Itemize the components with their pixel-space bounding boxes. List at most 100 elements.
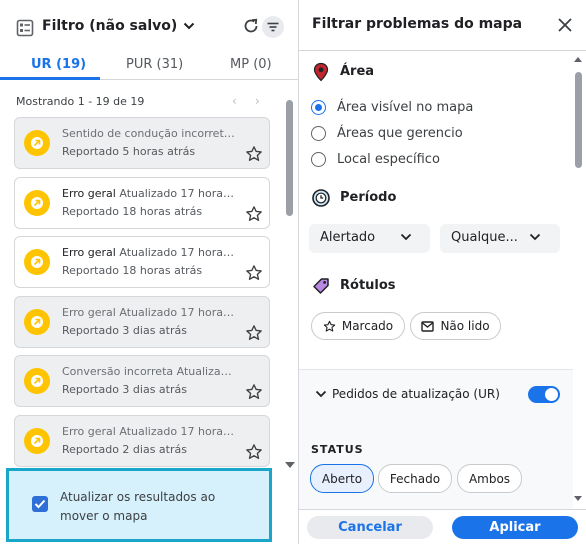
refresh-icon[interactable]: [241, 16, 261, 36]
scroll-down-arrow-icon[interactable]: [574, 496, 582, 501]
issue-updated: Atualizado 17 horas a...: [119, 246, 238, 259]
update-request-icon: [31, 196, 43, 209]
status-label: STATUS: [311, 443, 364, 456]
update-request-icon: [31, 434, 43, 447]
update-request-icon: [31, 256, 43, 268]
star-icon[interactable]: [245, 145, 263, 163]
checkmark-icon: [34, 499, 46, 509]
issue-title: Erro geral Atualizado 17 horas a...: [62, 246, 238, 259]
issue-card[interactable]: Erro geral Atualizado 17 horas a... Repor…: [14, 176, 270, 229]
issue-title: Erro geral Atualizado 17 horas a...: [62, 187, 238, 200]
update-request-icon: [31, 375, 43, 387]
radio-specific-location-label: Local específico: [337, 152, 440, 167]
scroll-down-arrow-icon[interactable]: [285, 462, 295, 468]
filter-dropdown[interactable]: Filtro (não salvo): [42, 18, 195, 34]
star-icon[interactable]: [245, 443, 263, 461]
issues-panel: Filtro (não salvo) UR (19) PUR (31) MP (…: [0, 0, 299, 544]
issue-card[interactable]: Conversão incorreta Atualizado... Reporta…: [14, 355, 270, 407]
issue-type: Erro geral: [62, 186, 116, 200]
apply-button[interactable]: Aplicar: [452, 516, 578, 539]
chip-marked-label: Marcado: [341, 319, 394, 333]
active-tab-indicator: [0, 77, 100, 80]
update-requests-label: Pedidos de atualização (UR): [332, 387, 500, 401]
issue-card[interactable]: Sentido de condução incorreto ... Report…: [14, 117, 270, 169]
prev-page-icon[interactable]: ‹: [232, 94, 237, 108]
issue-badge: [24, 308, 50, 335]
star-icon[interactable]: [245, 264, 263, 282]
update-results-checkbox[interactable]: [32, 496, 48, 512]
list-scrollbar-thumb[interactable]: [286, 100, 293, 216]
chip-unread-label: Não lido: [440, 319, 490, 333]
area-section-label: Área: [340, 64, 375, 79]
chip-marked[interactable]: Marcado: [311, 312, 405, 340]
chevron-down-icon: [184, 22, 195, 30]
radio-visible-area[interactable]: [311, 100, 326, 115]
issue-title: Erro geral Atualizado 17 horas a...: [62, 306, 238, 319]
tab-pur[interactable]: PUR (31): [126, 57, 183, 72]
radio-visible-area-label: Área visível no mapa: [337, 100, 474, 115]
update-request-icon: [31, 315, 43, 328]
issue-card[interactable]: Erro geral Atualizado 17 horas a... Repor…: [14, 236, 270, 288]
status-open-chip[interactable]: Aberto: [310, 464, 374, 493]
tab-ur[interactable]: UR (19): [31, 57, 86, 72]
issue-reported: Reportado 3 dias atrás: [62, 323, 187, 337]
star-icon[interactable]: [245, 205, 263, 223]
status-both-chip[interactable]: Ambos: [457, 464, 522, 493]
issue-type: Erro geral: [62, 305, 116, 319]
status-closed-chip[interactable]: Fechado: [378, 464, 452, 493]
close-icon[interactable]: [557, 17, 573, 33]
update-request-icon: [31, 137, 43, 149]
tab-mp[interactable]: MP (0): [230, 57, 272, 72]
update-requests-toggle[interactable]: [528, 386, 560, 403]
tag-icon: [313, 278, 329, 294]
list-filter-icon: [16, 19, 34, 37]
app-root: Filtro (não salvo) UR (19) PUR (31) MP (…: [0, 0, 586, 544]
issue-updated: Atualizado 17 horas a...: [119, 186, 238, 200]
period-range-dropdown[interactable]: Qualque...: [440, 224, 560, 253]
issue-card[interactable]: Erro geral Atualizado 17 horas a... Repor…: [14, 295, 270, 348]
chevron-down-icon: [529, 233, 541, 241]
radio-managed-areas-label: Áreas que gerencio: [337, 126, 463, 141]
star-icon: [323, 320, 336, 332]
envelope-icon: [421, 320, 435, 332]
period-type-dropdown[interactable]: Alertado: [309, 224, 430, 253]
sort-icon: [267, 22, 279, 32]
chip-unread[interactable]: Não lido: [410, 312, 501, 340]
period-type-value: Alertado: [320, 230, 376, 245]
cancel-button[interactable]: Cancelar: [307, 516, 433, 539]
update-results-box: Atualizar os resultados ao mover o mapa: [6, 468, 272, 542]
status-closed-label: Fechado: [389, 471, 441, 486]
update-results-label: Atualizar os resultados ao mover o mapa: [60, 490, 216, 523]
filter-scrollbar-thumb[interactable]: [575, 72, 582, 168]
star-icon[interactable]: [245, 383, 263, 401]
issue-title: Erro geral Atualizado 17 horas a...: [62, 425, 238, 438]
issue-type: Erro geral: [62, 246, 116, 259]
issue-badge: [24, 427, 50, 454]
filter-panel: Filtrar problemas do mapa Área Área visí…: [299, 0, 586, 544]
issue-card[interactable]: Erro geral Atualizado 17 horas a... Repor…: [14, 414, 270, 467]
header-divider: [299, 50, 586, 51]
issue-reported: Reportado 18 horas atrás: [62, 264, 203, 277]
issue-badge: [24, 249, 50, 275]
issue-reported: Reportado 3 dias atrás: [62, 383, 187, 396]
clock-icon: [312, 189, 330, 207]
issue-type: Erro geral: [62, 424, 116, 438]
filter-panel-title: Filtrar problemas do mapa: [312, 16, 523, 32]
next-page-icon[interactable]: ›: [255, 94, 260, 108]
star-icon[interactable]: [245, 324, 263, 342]
radio-managed-areas[interactable]: [311, 126, 326, 141]
chevron-down-icon[interactable]: [315, 390, 327, 398]
issue-type: Conversão incorreta: [62, 365, 174, 378]
issue-type-tabs: UR (19) PUR (31) MP (0): [0, 52, 298, 80]
sort-button[interactable]: [262, 16, 284, 38]
period-section-label: Período: [340, 190, 397, 205]
issue-reported: Reportado 18 horas atrás: [62, 204, 203, 218]
labels-section-label: Rótulos: [340, 278, 396, 293]
issue-updated: Atualizado 17 horas a...: [119, 305, 238, 319]
issue-title: Conversão incorreta Atualizado...: [62, 365, 238, 378]
scroll-up-arrow-icon[interactable]: [574, 57, 582, 62]
issue-updated: Atualizado 17 horas a...: [119, 424, 238, 438]
location-pin-icon: [313, 62, 329, 82]
radio-specific-location[interactable]: [311, 152, 326, 167]
issue-updated: Atualizado...: [176, 365, 238, 378]
